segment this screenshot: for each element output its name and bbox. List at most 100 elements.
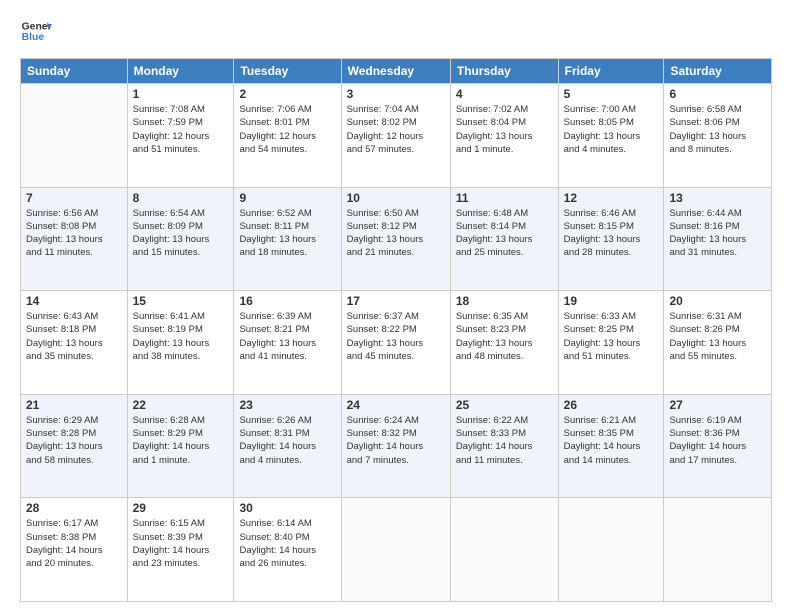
day-number: 2 bbox=[239, 87, 335, 101]
day-number: 25 bbox=[456, 398, 553, 412]
day-number: 3 bbox=[347, 87, 445, 101]
calendar-cell bbox=[450, 498, 558, 602]
day-info: Sunrise: 6:41 AM Sunset: 8:19 PM Dayligh… bbox=[133, 310, 229, 363]
header: General Blue bbox=[20, 16, 772, 48]
day-number: 24 bbox=[347, 398, 445, 412]
weekday-header-thursday: Thursday bbox=[450, 59, 558, 84]
day-number: 12 bbox=[564, 191, 659, 205]
day-number: 13 bbox=[669, 191, 766, 205]
calendar-table: SundayMondayTuesdayWednesdayThursdayFrid… bbox=[20, 58, 772, 602]
calendar-cell bbox=[341, 498, 450, 602]
logo: General Blue bbox=[20, 16, 52, 48]
weekday-header-sunday: Sunday bbox=[21, 59, 128, 84]
day-info: Sunrise: 6:46 AM Sunset: 8:15 PM Dayligh… bbox=[564, 207, 659, 260]
day-info: Sunrise: 7:02 AM Sunset: 8:04 PM Dayligh… bbox=[456, 103, 553, 156]
day-info: Sunrise: 7:04 AM Sunset: 8:02 PM Dayligh… bbox=[347, 103, 445, 156]
page: General Blue SundayMondayTuesdayWednesda… bbox=[0, 0, 792, 612]
day-info: Sunrise: 6:28 AM Sunset: 8:29 PM Dayligh… bbox=[133, 414, 229, 467]
day-info: Sunrise: 6:21 AM Sunset: 8:35 PM Dayligh… bbox=[564, 414, 659, 467]
day-info: Sunrise: 6:39 AM Sunset: 8:21 PM Dayligh… bbox=[239, 310, 335, 363]
calendar-cell: 16 Sunrise: 6:39 AM Sunset: 8:21 PM Dayli… bbox=[234, 291, 341, 395]
day-number: 8 bbox=[133, 191, 229, 205]
day-info: Sunrise: 7:08 AM Sunset: 7:59 PM Dayligh… bbox=[133, 103, 229, 156]
weekday-header-tuesday: Tuesday bbox=[234, 59, 341, 84]
day-info: Sunrise: 6:31 AM Sunset: 8:26 PM Dayligh… bbox=[669, 310, 766, 363]
week-row-2: 7Sunrise: 6:56 AM Sunset: 8:08 PM Daylig… bbox=[21, 187, 772, 291]
calendar-cell: 22 Sunrise: 6:28 AM Sunset: 8:29 PM Dayli… bbox=[127, 394, 234, 498]
calendar-cell: 4 Sunrise: 7:02 AM Sunset: 8:04 PM Daylig… bbox=[450, 84, 558, 188]
calendar-cell bbox=[21, 84, 128, 188]
day-info: Sunrise: 6:43 AM Sunset: 8:18 PM Dayligh… bbox=[26, 310, 122, 363]
day-number: 9 bbox=[239, 191, 335, 205]
day-info: Sunrise: 6:52 AM Sunset: 8:11 PM Dayligh… bbox=[239, 207, 335, 260]
week-row-4: 21 Sunrise: 6:29 AM Sunset: 8:28 PM Dayli… bbox=[21, 394, 772, 498]
calendar-cell: 9 Sunrise: 6:52 AM Sunset: 8:11 PM Daylig… bbox=[234, 187, 341, 291]
calendar-cell: 25 Sunrise: 6:22 AM Sunset: 8:33 PM Dayli… bbox=[450, 394, 558, 498]
day-number: 26 bbox=[564, 398, 659, 412]
day-number: 20 bbox=[669, 294, 766, 308]
day-number: 1 bbox=[133, 87, 229, 101]
day-number: 21 bbox=[26, 398, 122, 412]
day-info: Sunrise: 6:29 AM Sunset: 8:28 PM Dayligh… bbox=[26, 414, 122, 467]
day-number: 23 bbox=[239, 398, 335, 412]
day-number: 30 bbox=[239, 501, 335, 515]
day-info: Sunrise: 6:48 AM Sunset: 8:14 PM Dayligh… bbox=[456, 207, 553, 260]
week-row-5: 28Sunrise: 6:17 AM Sunset: 8:38 PM Dayli… bbox=[21, 498, 772, 602]
calendar-cell: 14Sunrise: 6:43 AM Sunset: 8:18 PM Dayli… bbox=[21, 291, 128, 395]
day-info: Sunrise: 6:56 AM Sunset: 8:08 PM Dayligh… bbox=[26, 207, 122, 260]
day-number: 10 bbox=[347, 191, 445, 205]
calendar-cell bbox=[664, 498, 772, 602]
calendar-cell: 5Sunrise: 7:00 AM Sunset: 8:05 PM Daylig… bbox=[558, 84, 664, 188]
calendar-cell: 3 Sunrise: 7:04 AM Sunset: 8:02 PM Daylig… bbox=[341, 84, 450, 188]
day-info: Sunrise: 7:06 AM Sunset: 8:01 PM Dayligh… bbox=[239, 103, 335, 156]
day-number: 16 bbox=[239, 294, 335, 308]
calendar-cell: 29Sunrise: 6:15 AM Sunset: 8:39 PM Dayli… bbox=[127, 498, 234, 602]
calendar-cell: 2 Sunrise: 7:06 AM Sunset: 8:01 PM Daylig… bbox=[234, 84, 341, 188]
calendar-cell: 7Sunrise: 6:56 AM Sunset: 8:08 PM Daylig… bbox=[21, 187, 128, 291]
day-info: Sunrise: 6:14 AM Sunset: 8:40 PM Dayligh… bbox=[239, 517, 335, 570]
calendar-cell: 19 Sunrise: 6:33 AM Sunset: 8:25 PM Dayli… bbox=[558, 291, 664, 395]
calendar-cell: 10 Sunrise: 6:50 AM Sunset: 8:12 PM Dayli… bbox=[341, 187, 450, 291]
day-number: 27 bbox=[669, 398, 766, 412]
calendar-cell: 15 Sunrise: 6:41 AM Sunset: 8:19 PM Dayli… bbox=[127, 291, 234, 395]
day-number: 19 bbox=[564, 294, 659, 308]
calendar-cell: 11 Sunrise: 6:48 AM Sunset: 8:14 PM Dayli… bbox=[450, 187, 558, 291]
day-number: 11 bbox=[456, 191, 553, 205]
calendar-cell: 8 Sunrise: 6:54 AM Sunset: 8:09 PM Daylig… bbox=[127, 187, 234, 291]
day-number: 15 bbox=[133, 294, 229, 308]
calendar-cell: 13 Sunrise: 6:44 AM Sunset: 8:16 PM Dayli… bbox=[664, 187, 772, 291]
weekday-header-monday: Monday bbox=[127, 59, 234, 84]
calendar-cell: 27 Sunrise: 6:19 AM Sunset: 8:36 PM Dayli… bbox=[664, 394, 772, 498]
week-row-3: 14Sunrise: 6:43 AM Sunset: 8:18 PM Dayli… bbox=[21, 291, 772, 395]
week-row-1: 1 Sunrise: 7:08 AM Sunset: 7:59 PM Daylig… bbox=[21, 84, 772, 188]
day-number: 4 bbox=[456, 87, 553, 101]
day-info: Sunrise: 6:33 AM Sunset: 8:25 PM Dayligh… bbox=[564, 310, 659, 363]
calendar-cell: 20 Sunrise: 6:31 AM Sunset: 8:26 PM Dayli… bbox=[664, 291, 772, 395]
day-info: Sunrise: 6:24 AM Sunset: 8:32 PM Dayligh… bbox=[347, 414, 445, 467]
day-info: Sunrise: 6:15 AM Sunset: 8:39 PM Dayligh… bbox=[133, 517, 229, 570]
day-info: Sunrise: 6:44 AM Sunset: 8:16 PM Dayligh… bbox=[669, 207, 766, 260]
calendar-cell: 17 Sunrise: 6:37 AM Sunset: 8:22 PM Dayli… bbox=[341, 291, 450, 395]
calendar-cell: 24 Sunrise: 6:24 AM Sunset: 8:32 PM Dayli… bbox=[341, 394, 450, 498]
calendar-cell: 26 Sunrise: 6:21 AM Sunset: 8:35 PM Dayli… bbox=[558, 394, 664, 498]
day-number: 5 bbox=[564, 87, 659, 101]
day-info: Sunrise: 6:22 AM Sunset: 8:33 PM Dayligh… bbox=[456, 414, 553, 467]
svg-text:Blue: Blue bbox=[22, 32, 45, 43]
day-info: Sunrise: 6:19 AM Sunset: 8:36 PM Dayligh… bbox=[669, 414, 766, 467]
calendar-cell: 23 Sunrise: 6:26 AM Sunset: 8:31 PM Dayli… bbox=[234, 394, 341, 498]
day-number: 28 bbox=[26, 501, 122, 515]
day-number: 6 bbox=[669, 87, 766, 101]
day-number: 18 bbox=[456, 294, 553, 308]
day-info: Sunrise: 6:50 AM Sunset: 8:12 PM Dayligh… bbox=[347, 207, 445, 260]
day-info: Sunrise: 6:54 AM Sunset: 8:09 PM Dayligh… bbox=[133, 207, 229, 260]
calendar-cell: 6Sunrise: 6:58 AM Sunset: 8:06 PM Daylig… bbox=[664, 84, 772, 188]
day-info: Sunrise: 6:37 AM Sunset: 8:22 PM Dayligh… bbox=[347, 310, 445, 363]
calendar-cell bbox=[558, 498, 664, 602]
day-info: Sunrise: 6:26 AM Sunset: 8:31 PM Dayligh… bbox=[239, 414, 335, 467]
calendar-cell: 30 Sunrise: 6:14 AM Sunset: 8:40 PM Dayli… bbox=[234, 498, 341, 602]
day-number: 17 bbox=[347, 294, 445, 308]
calendar-cell: 21 Sunrise: 6:29 AM Sunset: 8:28 PM Dayli… bbox=[21, 394, 128, 498]
day-number: 22 bbox=[133, 398, 229, 412]
weekday-header-friday: Friday bbox=[558, 59, 664, 84]
calendar-cell: 1 Sunrise: 7:08 AM Sunset: 7:59 PM Daylig… bbox=[127, 84, 234, 188]
